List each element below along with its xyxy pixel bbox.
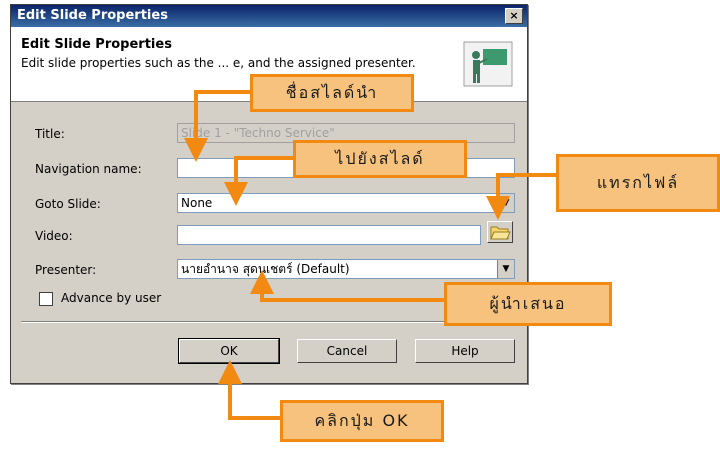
presenter-board-icon [463,41,513,87]
presenter-select[interactable]: นายอำนาจ สุดนเชตร์ (Default) ▼ [177,259,515,279]
navigation-name-label: Navigation name: [35,162,142,176]
browse-button[interactable] [487,221,513,243]
header-title: Edit Slide Properties [21,37,172,52]
cancel-button[interactable]: Cancel [297,339,397,363]
window-title: Edit Slide Properties [17,8,168,23]
goto-slide-label: Goto Slide: [35,197,101,211]
video-input[interactable] [177,225,481,245]
ok-button[interactable]: OK [178,338,280,364]
help-button[interactable]: Help [415,339,515,363]
video-label: Video: [35,229,73,243]
callout-insert-file: แทรกไฟล์ [556,154,720,212]
advance-by-user-checkbox[interactable] [39,292,53,306]
presenter-label: Presenter: [35,263,97,277]
chevron-down-icon[interactable]: ▼ [497,194,514,212]
presenter-value: นายอำนาจ สุดนเชตร์ (Default) [181,262,350,276]
edit-slide-properties-dialog: Edit Slide Properties × Edit Slide Prope… [10,4,528,384]
chevron-down-icon[interactable]: ▼ [497,260,514,278]
goto-slide-select[interactable]: None ▼ [177,193,515,213]
divider [21,321,517,323]
folder-icon [490,226,511,240]
callout-slide-name: ชื่อสไลด์นำ [250,74,414,112]
goto-slide-value: None [181,196,213,210]
close-button[interactable]: × [505,8,523,24]
title-bar: Edit Slide Properties × [11,5,527,27]
callout-presenter: ผู้นำเสนอ [444,282,612,326]
callout-click-ok: คลิกปุ่ม OK [280,400,444,442]
title-label: Title: [35,127,65,141]
advance-by-user-label: Advance by user [61,291,162,305]
callout-goto-slide: ไปยังสไลด์ [293,140,467,178]
header-description: Edit slide properties such as the ... e,… [21,56,416,70]
